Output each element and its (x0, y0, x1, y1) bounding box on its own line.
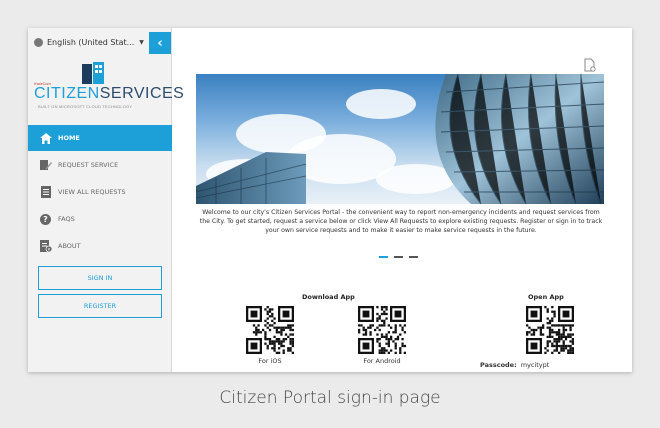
sidebar: English (United Stat... ▼ ‹ KwizCom CITI… (28, 28, 184, 372)
carousel-indicators (379, 256, 418, 258)
language-selector[interactable]: English (United Stat... ▼ (34, 35, 144, 49)
open-app-qr-code[interactable] (526, 306, 574, 354)
sign-in-button[interactable]: SIGN IN (38, 266, 162, 290)
nav-label: HOME (58, 134, 80, 142)
nav-item-faqs[interactable]: ? FAQS (28, 206, 172, 232)
nav-item-about[interactable]: ABOUT (28, 233, 172, 259)
language-label: English (United Stat... (47, 37, 135, 47)
nav-item-request-service[interactable]: REQUEST SERVICE (28, 152, 172, 178)
passcode-label: Passcode: (480, 361, 517, 369)
logo: KwizCom CITIZENSERVICES BUILT ON MICROSO… (28, 62, 184, 114)
download-app-heading: Download App (302, 293, 355, 301)
logo-tagline: BUILT ON MICROSOFT CLOUD TECHNOLOGY (38, 104, 133, 109)
nav-label: VIEW ALL REQUESTS (58, 188, 126, 196)
document-list-icon (39, 186, 52, 199)
home-icon (39, 132, 52, 145)
android-label: For Android (363, 357, 401, 365)
logo-wordmark: CITIZENSERVICES (34, 85, 185, 102)
building-logo-icon (82, 62, 104, 84)
info-document-icon (39, 240, 52, 253)
question-icon: ? (39, 213, 52, 226)
passcode-value: mycitypt (520, 361, 550, 369)
portal-window: English (United Stat... ▼ ‹ KwizCom CITI… (28, 28, 632, 372)
ios-qr-code[interactable] (246, 306, 294, 354)
glass-building-image (196, 74, 604, 204)
edit-icon (39, 159, 52, 172)
carousel-dot[interactable] (409, 256, 418, 258)
collapse-sidebar-button[interactable]: ‹ (149, 32, 171, 54)
nav-item-view-all-requests[interactable]: VIEW ALL REQUESTS (28, 179, 172, 205)
nav-item-home[interactable]: HOME (28, 125, 172, 151)
register-button[interactable]: REGISTER (38, 294, 162, 318)
passcode: Passcode: mycitypt (480, 361, 549, 369)
nav-label: ABOUT (58, 242, 81, 250)
nav-label: REQUEST SERVICE (58, 161, 119, 169)
caption: Citizen Portal sign-in page (219, 388, 441, 408)
nav-label: FAQS (58, 215, 75, 223)
globe-icon (34, 37, 43, 47)
document-settings-icon[interactable] (584, 58, 596, 72)
open-app-heading: Open App (528, 293, 564, 301)
android-qr-code[interactable] (358, 306, 406, 354)
ios-label: For iOS (258, 357, 282, 365)
main-content: Welcome to our city's Citizen Services P… (172, 28, 632, 372)
welcome-text: Welcome to our city's Citizen Services P… (199, 209, 603, 234)
carousel-dot[interactable] (394, 256, 403, 258)
hero-banner (196, 74, 604, 204)
carousel-dot[interactable] (379, 256, 388, 258)
chevron-left-icon: ‹ (157, 35, 163, 51)
caret-down-icon: ▼ (139, 38, 144, 46)
